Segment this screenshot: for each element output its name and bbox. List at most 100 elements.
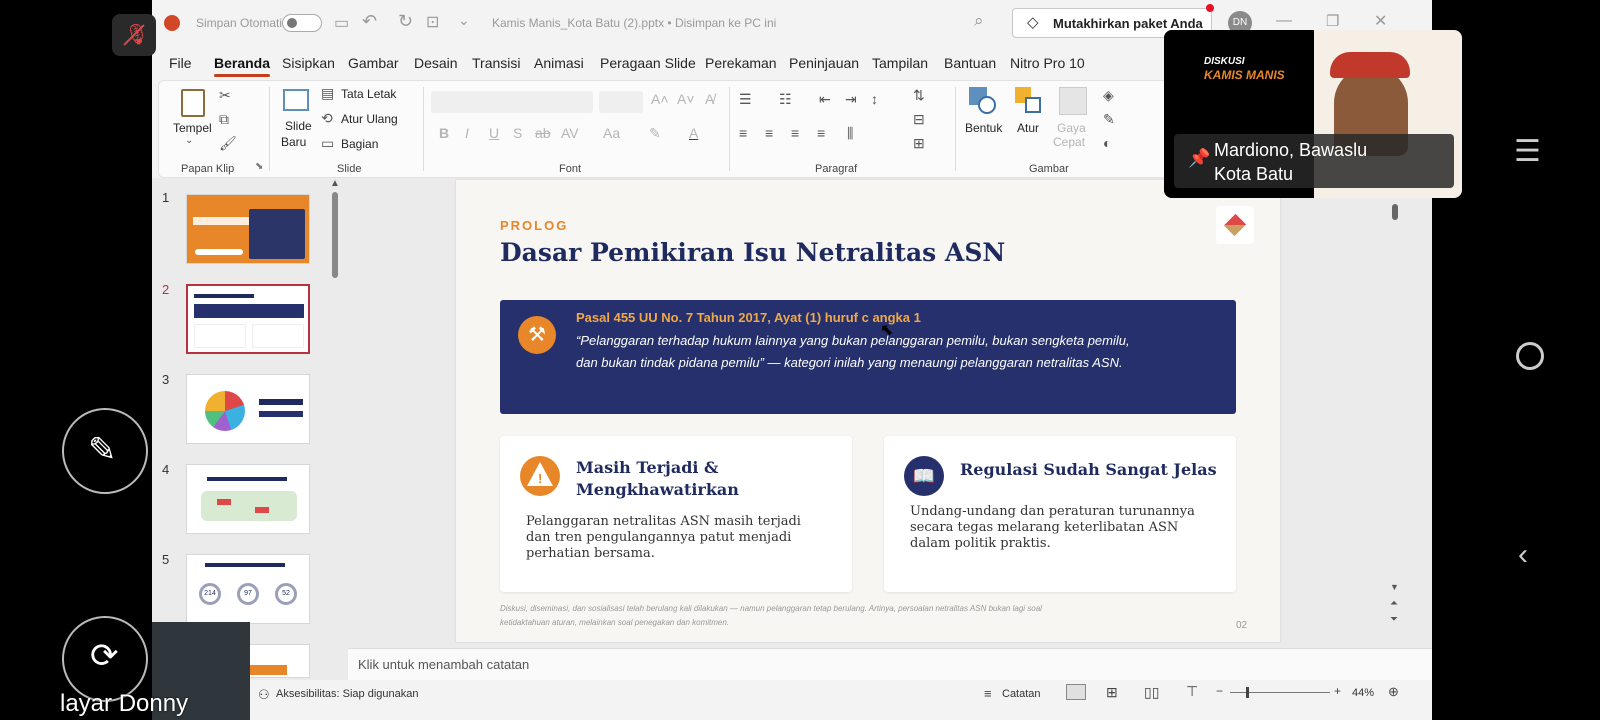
speaker-video[interactable]: DISKUSI KAMIS MANIS 📌 Mardiono, Bawaslu … <box>1164 30 1462 198</box>
annotate-button[interactable]: ✎ <box>62 408 148 494</box>
quick-styles-icon[interactable] <box>1059 87 1087 115</box>
font-color-icon[interactable]: A <box>689 125 698 141</box>
bullets-icon[interactable]: ☰ <box>739 91 752 108</box>
previous-slide-icon[interactable]: ⏶ <box>1390 598 1398 609</box>
change-case-icon[interactable]: Aa <box>603 125 620 141</box>
tab-help[interactable]: Bantuan <box>944 55 996 71</box>
tab-home[interactable]: Beranda <box>214 55 271 77</box>
new-slide-icon[interactable] <box>283 89 309 111</box>
slide-thumbnail-4[interactable] <box>186 464 310 534</box>
redo-icon[interactable]: ↻ <box>398 11 413 32</box>
copy-icon[interactable]: ⧉ <box>219 111 229 128</box>
quick-styles-label[interactable]: Gaya <box>1057 121 1086 135</box>
slide-sorter-icon[interactable]: ⊞ <box>1106 684 1118 701</box>
font-family-select[interactable] <box>431 91 593 113</box>
tab-draw[interactable]: Gambar <box>348 55 399 71</box>
section-icon[interactable]: ▭ <box>321 135 334 152</box>
italic-icon[interactable]: I <box>465 125 469 141</box>
align-right-icon[interactable]: ≡ <box>791 125 799 141</box>
quick-styles-label-2[interactable]: Cepat <box>1053 135 1085 149</box>
document-title[interactable]: Kamis Manis_Kota Batu (2).pptx • Disimpa… <box>492 16 776 30</box>
paste-button[interactable]: Tempel <box>173 121 212 135</box>
normal-view-icon[interactable] <box>1066 684 1086 700</box>
align-center-icon[interactable]: ≡ <box>765 125 773 141</box>
arrange-button[interactable]: Atur <box>1017 121 1039 135</box>
pin-icon[interactable]: 📌 <box>1188 148 1210 169</box>
zoom-slider[interactable] <box>1230 687 1330 698</box>
notes-button[interactable]: Catatan <box>1002 688 1041 700</box>
numbering-icon[interactable]: ☷ <box>779 91 792 108</box>
tab-slideshow[interactable]: Peragaan Slide <box>600 55 696 71</box>
underline-icon[interactable]: U <box>489 125 499 141</box>
shapes-icon[interactable] <box>969 87 997 115</box>
slideshow-icon[interactable]: ⊤ <box>1186 683 1198 700</box>
shapes-button[interactable]: Bentuk <box>965 121 1002 135</box>
strikethrough-icon[interactable]: ab <box>535 125 551 141</box>
thumbnail-scrollbar[interactable] <box>332 192 338 278</box>
scroll-up-icon[interactable]: ▲ <box>330 178 340 189</box>
reset-icon[interactable]: ⟲ <box>321 110 333 127</box>
next-slide-icon[interactable]: ⏷ <box>1390 614 1398 625</box>
tab-review[interactable]: Peninjauan <box>789 55 859 71</box>
new-slide-label[interactable]: Slide <box>285 119 312 133</box>
format-painter-icon[interactable]: 🖌 <box>219 135 237 152</box>
clear-format-icon[interactable]: A̸ <box>705 91 714 107</box>
cut-icon[interactable]: ✂ <box>219 87 231 104</box>
minimize-icon[interactable]: — <box>1276 12 1292 30</box>
arrange-icon[interactable] <box>1015 87 1043 115</box>
tab-animations[interactable]: Animasi <box>534 55 584 71</box>
columns-icon[interactable]: ⫼ <box>847 125 853 142</box>
tab-recording[interactable]: Perekaman <box>705 55 777 71</box>
slide-thumbnail-2[interactable] <box>186 284 310 354</box>
paste-icon[interactable] <box>181 89 205 117</box>
home-button[interactable] <box>1516 342 1544 370</box>
tab-nitro[interactable]: Nitro Pro 10 <box>1010 55 1085 71</box>
smartart-icon[interactable]: ⊞ <box>913 135 925 152</box>
customize-toolbar-icon[interactable]: ⌄ <box>458 12 470 29</box>
undo-icon[interactable]: ↶ <box>362 11 377 32</box>
accessibility-status[interactable]: Aksesibilitas: Siap digunakan <box>276 688 418 700</box>
justify-icon[interactable]: ≡ <box>817 125 825 141</box>
slide-canvas[interactable]: PROLOG Dasar Pemikiran Isu Netralitas AS… <box>456 180 1280 642</box>
save-icon[interactable]: ▭ <box>334 13 349 33</box>
layout-button[interactable]: Tata Letak <box>341 87 396 101</box>
present-icon[interactable]: ⊡ <box>426 12 439 32</box>
tab-view[interactable]: Tampilan <box>872 55 928 71</box>
shrink-font-icon[interactable]: A˅ <box>677 91 695 107</box>
accessibility-icon[interactable]: ⚇ <box>258 687 270 703</box>
back-icon[interactable]: ‹ <box>1518 538 1528 572</box>
slide-scrollbar[interactable] <box>1392 204 1398 220</box>
char-spacing-icon[interactable]: AV <box>561 125 579 141</box>
fit-to-window-icon[interactable]: ⊕ <box>1388 684 1399 700</box>
highlight-icon[interactable]: ✎ <box>649 125 661 142</box>
align-left-icon[interactable]: ≡ <box>739 125 747 141</box>
tab-design[interactable]: Desain <box>414 55 458 71</box>
shape-outline-icon[interactable]: ✎ <box>1103 111 1115 128</box>
slide-thumbnail-3[interactable] <box>186 374 310 444</box>
font-size-select[interactable] <box>599 91 643 113</box>
tab-file[interactable]: File <box>169 55 192 71</box>
zoom-out-icon[interactable]: − <box>1216 684 1223 698</box>
menu-icon[interactable]: ☰ <box>1514 134 1541 169</box>
slide-thumbnail-1[interactable] <box>186 194 310 264</box>
new-slide-label-2[interactable]: Baru <box>281 135 306 149</box>
paste-dropdown-icon[interactable]: ⌄ <box>185 135 193 146</box>
clipboard-launcher-icon[interactable]: ⬊ <box>255 161 263 172</box>
restore-icon[interactable]: ❐ <box>1326 12 1339 30</box>
zoom-level[interactable]: 44% <box>1352 687 1374 699</box>
shadow-icon[interactable]: S <box>513 125 522 141</box>
align-text-icon[interactable]: ⊟ <box>913 111 925 128</box>
autosave-toggle[interactable] <box>282 14 322 32</box>
decrease-indent-icon[interactable]: ⇤ <box>819 91 831 108</box>
layout-icon[interactable]: ▤ <box>321 85 334 102</box>
increase-indent-icon[interactable]: ⇥ <box>845 91 857 108</box>
reading-view-icon[interactable]: ▯▯ <box>1144 684 1159 701</box>
tab-transitions[interactable]: Transisi <box>472 55 521 71</box>
close-icon[interactable]: ✕ <box>1374 11 1387 31</box>
notes-pane[interactable]: Klik untuk menambah catatan <box>348 648 1432 680</box>
notes-icon[interactable]: ≡ <box>984 686 992 701</box>
slide-thumbnail-5[interactable]: 214 97 52 <box>186 554 310 624</box>
reset-button[interactable]: Atur Ulang <box>341 112 398 126</box>
grow-font-icon[interactable]: A˄ <box>651 91 669 107</box>
search-icon[interactable]: ⌕ <box>974 11 984 31</box>
